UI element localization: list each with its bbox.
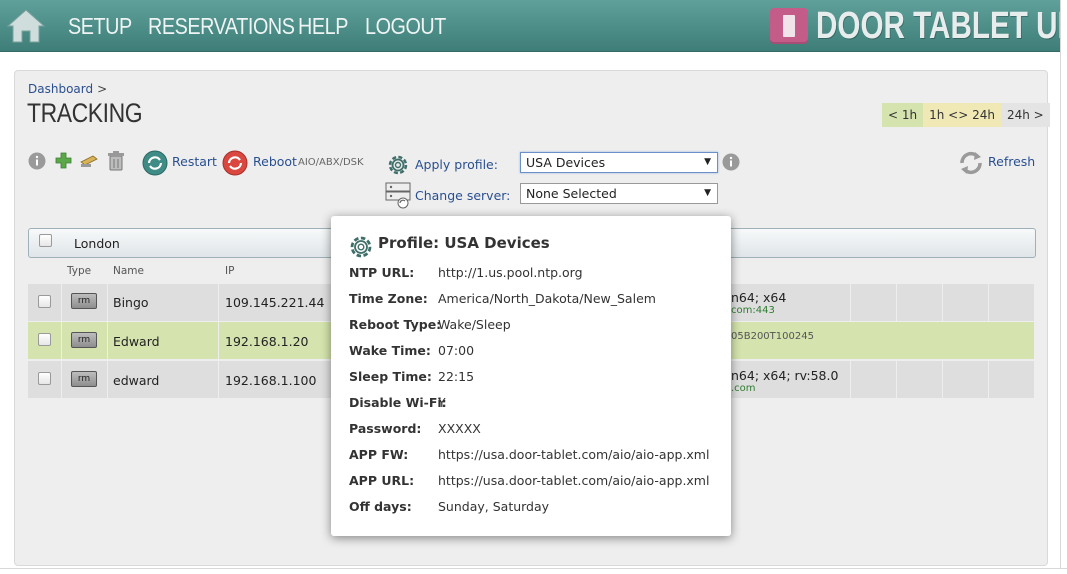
breadcrumb-separator: >: [97, 82, 108, 96]
restart-icon[interactable]: [142, 150, 168, 176]
device-agent-text: n64; x64; rv:58.0: [731, 368, 839, 383]
restart-button[interactable]: Restart: [172, 154, 217, 169]
device-ip: 192.168.1.100: [225, 373, 317, 388]
apply-profile-value: USA Devices: [526, 155, 606, 170]
home-icon[interactable]: [6, 8, 46, 44]
row-checkbox[interactable]: [38, 333, 51, 346]
app-fw-value: https://usa.door-tablet.com/aio/aio-app.…: [438, 447, 710, 462]
nav-setup[interactable]: SETUP: [68, 0, 132, 52]
group-select-checkbox[interactable]: [39, 234, 52, 247]
time-zone-label: Time Zone:: [349, 291, 428, 306]
reboot-type-value: Wake/Sleep: [438, 317, 511, 332]
range-less-1h-button[interactable]: < 1h: [882, 103, 924, 127]
time-range-buttons: < 1h 1h <> 24h 24h >: [882, 103, 1050, 127]
nav-reservations[interactable]: RESERVATIONS: [148, 0, 295, 52]
edit-icon[interactable]: [80, 154, 98, 168]
change-server-value: None Selected: [526, 186, 617, 201]
top-nav-bar: SETUP RESERVATIONS HELP LOGOUT DOOR TABL…: [0, 0, 1066, 52]
gear-icon: [388, 155, 408, 175]
range-more-24h-button[interactable]: 24h >: [1000, 103, 1050, 127]
window-edge-right: [1060, 0, 1067, 574]
refresh-icon[interactable]: [957, 149, 985, 177]
change-server-label: Change server:: [415, 188, 511, 203]
reboot-icon[interactable]: [222, 150, 248, 176]
brand-logo: DOOR TABLET UI: [770, 4, 1067, 48]
device-name[interactable]: Edward: [113, 334, 160, 349]
ntp-url-value: http://1.us.pool.ntp.org: [438, 265, 583, 280]
device-type-badge: rm: [71, 293, 97, 309]
group-name: London: [74, 236, 120, 251]
gear-icon: [350, 236, 372, 258]
column-header-type: Type: [67, 265, 92, 277]
page-title: TRACKING: [27, 98, 143, 128]
change-server-select[interactable]: None Selected ▼: [520, 183, 718, 204]
apply-profile-select[interactable]: USA Devices ▼: [520, 152, 718, 173]
reboot-type-label: Reboot Type:: [349, 317, 442, 332]
device-ip: 192.168.1.20: [225, 334, 309, 349]
server-icon: [385, 182, 411, 209]
brand-logo-text: DOOR TABLET UI: [816, 4, 1066, 47]
device-name[interactable]: edward: [113, 373, 159, 388]
reboot-device-types: AIO/ABX/DSK: [298, 157, 364, 168]
device-agent-text: n64; x64: [731, 290, 787, 305]
wake-time-value: 07:00: [438, 343, 475, 358]
column-header-ip: IP: [225, 265, 235, 277]
reboot-button[interactable]: Reboot: [253, 154, 297, 169]
apply-profile-label: Apply profile:: [415, 157, 498, 172]
device-agent-subtext: com:443: [731, 305, 775, 316]
time-zone-value: America/North_Dakota/New_Salem: [438, 291, 656, 306]
popup-title: Profile: USA Devices: [378, 234, 550, 252]
row-checkbox[interactable]: [38, 295, 51, 308]
app-url-value: https://usa.door-tablet.com/aio/aio-app.…: [438, 473, 710, 488]
password-value: XXXXX: [438, 421, 481, 436]
password-label: Password:: [349, 421, 422, 436]
nav-logout[interactable]: LOGOUT: [365, 0, 446, 52]
trash-icon[interactable]: [107, 151, 125, 171]
wake-time-label: Wake Time:: [349, 343, 431, 358]
disable-wifi-value: Y: [438, 395, 446, 410]
door-logo-icon: [770, 8, 808, 44]
disable-wifi-label: Disable Wi-Fi:: [349, 395, 447, 410]
nav-help[interactable]: HELP: [298, 0, 348, 52]
sleep-time-value: 22:15: [438, 369, 475, 384]
chevron-down-icon: ▼: [704, 157, 711, 167]
device-agent-subtext: 05B200T100245: [731, 331, 814, 342]
device-name[interactable]: Bingo: [113, 295, 149, 310]
info-icon[interactable]: [28, 152, 46, 170]
profile-info-icon[interactable]: [722, 153, 740, 171]
sleep-time-label: Sleep Time:: [349, 369, 432, 384]
refresh-button[interactable]: Refresh: [988, 154, 1035, 169]
device-type-badge: rm: [71, 371, 97, 387]
device-agent-subtext: .com: [731, 383, 756, 394]
off-days-label: Off days:: [349, 499, 412, 514]
range-1h-24h-button[interactable]: 1h <> 24h: [923, 103, 1001, 127]
ntp-url-label: NTP URL:: [349, 265, 415, 280]
app-url-label: APP URL:: [349, 473, 415, 488]
column-header-name: Name: [113, 265, 144, 277]
add-device-icon[interactable]: [54, 152, 74, 170]
device-type-badge: rm: [71, 332, 97, 348]
chevron-down-icon: ▼: [704, 188, 711, 198]
device-ip: 109.145.221.44: [225, 295, 325, 310]
breadcrumb: Dashboard >: [28, 82, 107, 96]
app-fw-label: APP FW:: [349, 447, 409, 462]
row-checkbox[interactable]: [38, 372, 51, 385]
window-edge-bottom: [0, 568, 1067, 574]
breadcrumb-dashboard-link[interactable]: Dashboard: [28, 82, 93, 96]
off-days-value: Sunday, Saturday: [438, 499, 550, 514]
